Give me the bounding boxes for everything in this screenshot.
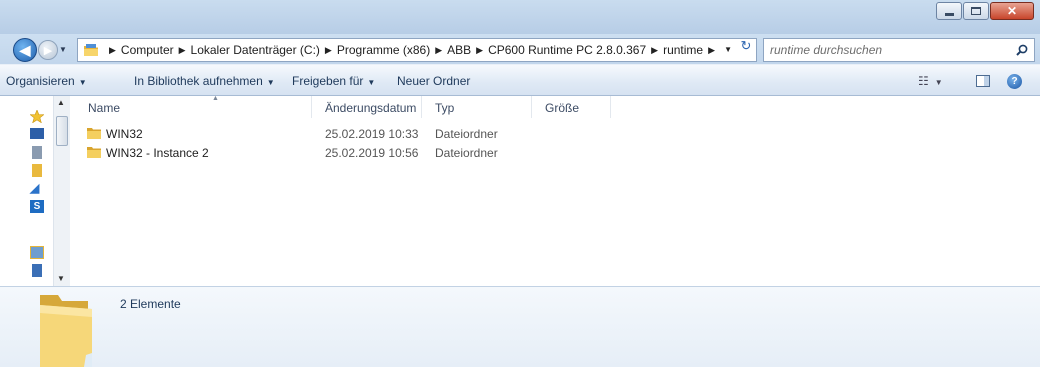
share-with-label: Freigeben für [292, 74, 364, 88]
column-header-label: Typ [435, 101, 455, 115]
chevron-right-icon: ▶ [708, 44, 716, 55]
file-modified: 25.02.2019 10:33 [325, 127, 419, 141]
chevron-right-icon: ▶ [109, 44, 116, 55]
file-name: WIN32 - Instance 2 [106, 146, 209, 160]
star-icon[interactable] [30, 110, 44, 123]
forward-arrow-icon: ▶ [43, 44, 53, 57]
address-row: ◀ ▶ ▼ ▶ Computer ▶ Lokaler Datenträger (C… [0, 34, 1040, 64]
breadcrumb-item-computer[interactable]: Computer ▶ [121, 43, 191, 57]
file-modified: 25.02.2019 10:56 [325, 146, 419, 160]
breadcrumb-item-programme[interactable]: Programme (x86) ▶ [337, 43, 447, 57]
recent-pages-dropdown[interactable]: ▼ [59, 45, 67, 54]
scrollbar-thumb[interactable] [56, 116, 68, 146]
drive-icon[interactable] [32, 264, 42, 277]
column-header-type[interactable]: Typ [427, 96, 532, 118]
column-header-label: Änderungsdatum [325, 101, 417, 115]
minimize-button[interactable] [936, 2, 962, 20]
include-library-menu[interactable]: In Bibliothek aufnehmen ▼ [134, 74, 275, 88]
column-header-modified[interactable]: Änderungsdatum [317, 96, 422, 118]
breadcrumb-label: ABB [447, 43, 472, 57]
sharepoint-icon[interactable]: S [30, 200, 44, 213]
new-folder-button[interactable]: Neuer Ordner [397, 74, 470, 88]
scroll-down-icon[interactable]: ▼ [57, 274, 65, 283]
share-with-menu[interactable]: Freigeben für ▼ [292, 74, 375, 88]
close-icon: ✕ [1006, 4, 1018, 18]
chevron-down-icon: ▼ [266, 78, 275, 87]
close-button[interactable]: ✕ [990, 2, 1034, 20]
view-options-button[interactable]: ☷ ▼ [918, 74, 943, 88]
chevron-down-icon: ▼ [78, 78, 87, 87]
chevron-right-icon: ▶ [324, 44, 332, 55]
search-icon[interactable] [1016, 44, 1028, 56]
sort-ascending-icon: ▲ [212, 95, 219, 102]
breadcrumb-label: runtime [663, 43, 704, 57]
include-library-label: In Bibliothek aufnehmen [134, 74, 263, 88]
details-pane: 2 Elemente [0, 286, 1040, 367]
folder-icon[interactable] [32, 164, 42, 177]
chevron-down-icon: ▼ [367, 78, 376, 87]
address-dropdown[interactable]: ▼ [724, 45, 732, 54]
back-button[interactable]: ◀ [13, 38, 37, 62]
folder-icon [84, 44, 98, 56]
folder-icon [87, 128, 101, 139]
column-header-size[interactable]: Größe [537, 96, 611, 118]
title-bar: ✕ [0, 0, 1040, 34]
column-header-label: Name [88, 101, 121, 115]
chevron-down-icon: ▼ [934, 78, 943, 87]
file-type: Dateiordner [435, 146, 498, 160]
file-list: Name ▲ Änderungsdatum Typ Größe WIN32 25.… [70, 95, 1040, 286]
refresh-icon: ↻ [740, 38, 752, 53]
table-row[interactable]: WIN32 25.02.2019 10:33 Dateiordner [70, 124, 970, 144]
new-folder-label: Neuer Ordner [397, 74, 471, 88]
organize-label: Organisieren [6, 74, 75, 88]
scroll-up-icon[interactable]: ▲ [57, 98, 65, 107]
maximize-icon [971, 7, 981, 15]
file-name: WIN32 [106, 127, 143, 141]
preview-pane-icon[interactable] [976, 75, 990, 87]
chevron-right-icon: ▶ [476, 44, 484, 55]
desktop-icon[interactable] [30, 128, 44, 139]
file-type: Dateiordner [435, 127, 498, 141]
breadcrumb-item-cp600[interactable]: CP600 Runtime PC 2.8.0.367 ▶ [488, 43, 663, 57]
navigation-pane: ◢ S ▲ ▼ [0, 96, 70, 286]
chevron-right-icon: ▶ [178, 44, 186, 55]
breadcrumb-label: CP600 Runtime PC 2.8.0.367 [488, 43, 647, 57]
window-controls: ✕ [935, 2, 1034, 20]
navigation-scrollbar[interactable]: ▲ ▼ [53, 96, 70, 286]
breadcrumb: ▶ Computer ▶ Lokaler Datenträger (C:) ▶ Pr… [104, 43, 720, 57]
view-icon: ☷ [918, 74, 929, 88]
help-icon[interactable]: ? [1007, 74, 1022, 89]
refresh-button[interactable]: ↻ [736, 37, 756, 55]
breadcrumb-item-abb[interactable]: ABB ▶ [447, 43, 488, 57]
chevron-right-icon: ▶ [651, 44, 659, 55]
chevron-right-icon: ▶ [435, 44, 443, 55]
computer-icon[interactable] [32, 146, 42, 159]
library-icon[interactable] [30, 246, 44, 259]
table-row[interactable]: WIN32 - Instance 2 25.02.2019 10:56 Date… [70, 143, 970, 163]
forward-button[interactable]: ▶ [38, 40, 58, 60]
breadcrumb-item-runtime[interactable]: runtime ▶ [663, 43, 720, 57]
column-header-label: Größe [545, 101, 580, 115]
breadcrumb-label: Lokaler Datenträger (C:) [190, 43, 320, 57]
folder-icon [87, 147, 101, 158]
item-count: 2 Elemente [120, 297, 181, 311]
breadcrumb-item-local-disk[interactable]: Lokaler Datenträger (C:) ▶ [191, 43, 337, 57]
maximize-button[interactable] [963, 2, 989, 20]
address-bar[interactable]: ▶ Computer ▶ Lokaler Datenträger (C:) ▶ Pr… [77, 38, 757, 62]
organize-menu[interactable]: Organisieren ▼ [6, 74, 87, 88]
breadcrumb-label: Computer [120, 43, 174, 57]
breadcrumb-label: Programme (x86) [336, 43, 431, 57]
minimize-icon [944, 12, 954, 16]
back-arrow-icon: ◀ [19, 41, 31, 58]
column-header-name[interactable]: Name ▲ [80, 95, 312, 118]
command-bar: Organisieren ▼ In Bibliothek aufnehmen ▼ F… [0, 64, 1040, 96]
network-icon[interactable]: ◢ [30, 182, 44, 195]
folder-icon [40, 295, 92, 367]
search-box [763, 38, 1035, 62]
breadcrumb-item-root[interactable]: ▶ [104, 45, 121, 56]
search-input[interactable] [770, 42, 1000, 58]
